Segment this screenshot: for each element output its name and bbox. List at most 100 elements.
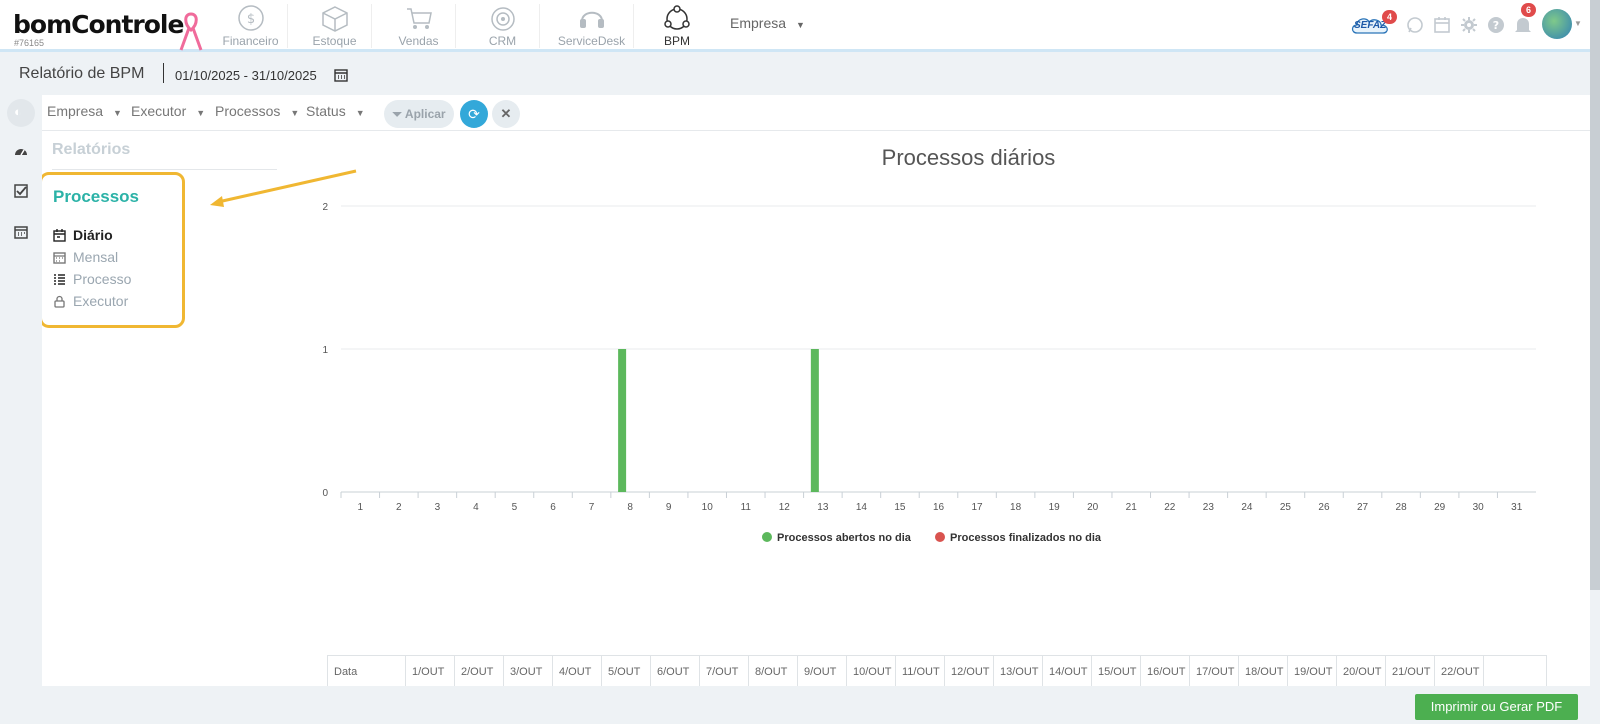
bar-0 xyxy=(810,349,819,492)
cart-icon xyxy=(406,8,432,29)
svg-text:?: ? xyxy=(1493,19,1499,32)
top-navbar: bomControle #76165 $ Financeiro Estoque … xyxy=(0,0,1600,52)
avatar-caret-icon[interactable]: ▼ xyxy=(1574,19,1582,28)
calendar-icon[interactable] xyxy=(334,68,348,82)
x-tick-label: 14 xyxy=(856,502,868,513)
module-label: BPM xyxy=(663,34,690,48)
collapse-icon: ◐ xyxy=(14,104,22,119)
x-tick-label: 2 xyxy=(396,502,402,513)
calendar-icon[interactable] xyxy=(1433,16,1451,34)
table-header-cell: 10/OUT xyxy=(847,656,896,686)
checkbox-icon[interactable] xyxy=(13,183,29,199)
whatsapp-icon[interactable] xyxy=(1406,16,1424,34)
module-vendas[interactable]: Vendas xyxy=(382,4,456,48)
x-tick-label: 30 xyxy=(1473,502,1485,513)
filter-empresa[interactable]: Empresa ▼ xyxy=(47,103,122,119)
table-header-cell: 22/OUT xyxy=(1435,656,1484,686)
module-bpm[interactable]: BPM xyxy=(642,4,712,48)
filter-status[interactable]: Status ▼ xyxy=(306,103,365,119)
table-header-cell: 4/OUT xyxy=(553,656,602,686)
module-estoque[interactable]: Estoque xyxy=(298,4,372,48)
x-tick-label: 28 xyxy=(1396,502,1408,513)
x-tick-label: 11 xyxy=(741,502,752,513)
footer-bar xyxy=(0,686,1600,724)
filter-bar: Empresa ▼ Executor ▼ Processos ▼ Status ▼ ⏷ … xyxy=(42,95,1590,131)
x-tick-label: 23 xyxy=(1203,502,1215,513)
svg-text:$: $ xyxy=(246,12,254,27)
table-header-cell: 3/OUT xyxy=(504,656,553,686)
x-tick-label: 4 xyxy=(473,502,479,513)
table-header-cell: 8/OUT xyxy=(749,656,798,686)
close-icon: ✕ xyxy=(500,106,512,121)
filter-label: Status xyxy=(306,103,346,119)
bpm-network-icon xyxy=(664,5,690,30)
table-header-data: Data xyxy=(328,656,406,686)
dashboard-icon[interactable] xyxy=(13,143,29,159)
filter-processos[interactable]: Processos ▼ xyxy=(215,103,299,119)
user-avatar[interactable] xyxy=(1542,9,1572,39)
calendar-icon[interactable] xyxy=(13,224,29,240)
bar-0 xyxy=(618,349,627,492)
x-tick-label: 21 xyxy=(1126,502,1138,513)
refresh-icon: ⟳ xyxy=(468,106,480,122)
x-tick-label: 10 xyxy=(702,502,714,513)
bar-chart: Processos diários0121 2 3 4 5 6 7 8 9 10 11 12 13 14 1… xyxy=(322,145,1536,544)
table-header-cell: 14/OUT xyxy=(1043,656,1092,686)
report-panel: Relatórios Processos Diário Mensal Proce… xyxy=(42,131,1590,686)
caret-down-icon: ▼ xyxy=(355,108,365,118)
module-label: Estoque xyxy=(312,34,357,48)
module-financeiro[interactable]: $ Financeiro xyxy=(214,4,288,48)
filter-executor[interactable]: Executor ▼ xyxy=(131,103,205,119)
page-title: Relatório de BPM xyxy=(19,65,145,82)
x-tick-label: 13 xyxy=(817,502,829,513)
table-header-cell: 7/OUT xyxy=(700,656,749,686)
x-tick-label: 19 xyxy=(1049,502,1061,513)
x-tick-label: 9 xyxy=(666,502,672,513)
sefaz-badge: 4 xyxy=(1382,10,1397,24)
module-label: CRM xyxy=(488,34,517,48)
table-header-cell: 6/OUT xyxy=(651,656,700,686)
brand-logo[interactable]: bomControle xyxy=(13,10,184,39)
apply-filter-button[interactable]: ⏷ Aplicar xyxy=(384,100,454,128)
x-tick-label: 17 xyxy=(971,502,983,513)
data-table-header: Data 1/OUT 2/OUT 3/OUT 4/OUT 5/OUT 6/OUT 7/OUT 8… xyxy=(327,655,1547,686)
x-tick-label: 8 xyxy=(627,502,633,513)
print-pdf-button[interactable]: Imprimir ou Gerar PDF xyxy=(1415,694,1578,720)
x-tick-label: 3 xyxy=(435,502,441,513)
x-tick-label: 27 xyxy=(1357,502,1369,513)
refresh-button[interactable]: ⟳ xyxy=(460,100,488,128)
module-crm[interactable]: CRM xyxy=(466,4,540,48)
sefaz-label: SEFAZ xyxy=(1354,20,1387,31)
x-tick-label: 7 xyxy=(589,502,595,513)
x-tick-label: 24 xyxy=(1241,502,1253,513)
legend-marker xyxy=(762,532,772,542)
gear-icon[interactable] xyxy=(1460,16,1478,34)
y-tick-label: 1 xyxy=(322,345,328,356)
left-rail: ◐ xyxy=(0,95,42,685)
x-tick-label: 26 xyxy=(1318,502,1330,513)
sefaz-button[interactable]: SEFAZ 4 xyxy=(1349,10,1397,37)
x-tick-label: 31 xyxy=(1511,502,1523,513)
clear-filter-button[interactable]: ✕ xyxy=(492,100,520,128)
help-icon[interactable]: ? xyxy=(1487,16,1505,34)
x-tick-label: 6 xyxy=(550,502,556,513)
empresa-dropdown[interactable]: Empresa ▼ xyxy=(730,15,805,31)
x-tick-label: 16 xyxy=(933,502,945,513)
notifications-badge: 6 xyxy=(1521,3,1536,17)
x-tick-label: 25 xyxy=(1280,502,1292,513)
page-scrollbar[interactable] xyxy=(1590,0,1600,590)
table-header-cell: 18/OUT xyxy=(1239,656,1288,686)
notifications-button[interactable]: 6 xyxy=(1513,3,1536,35)
rail-toggle-button[interactable]: ◐ xyxy=(7,99,35,127)
table-header-cell: 12/OUT xyxy=(945,656,994,686)
filter-label: Empresa xyxy=(47,103,104,119)
filter-label: Processos xyxy=(215,103,281,119)
dollar-coin-icon: $ xyxy=(237,5,264,31)
date-range[interactable]: 01/10/2025 - 31/10/2025 xyxy=(175,68,317,83)
table-header-cell: 17/OUT xyxy=(1190,656,1239,686)
table-header-cell: 2/OUT xyxy=(455,656,504,686)
table-header-cell: 1/OUT xyxy=(406,656,455,686)
y-tick-label: 2 xyxy=(322,202,328,213)
x-tick-label: 18 xyxy=(1010,502,1022,513)
module-servicedesk[interactable]: ServiceDesk xyxy=(550,4,634,48)
